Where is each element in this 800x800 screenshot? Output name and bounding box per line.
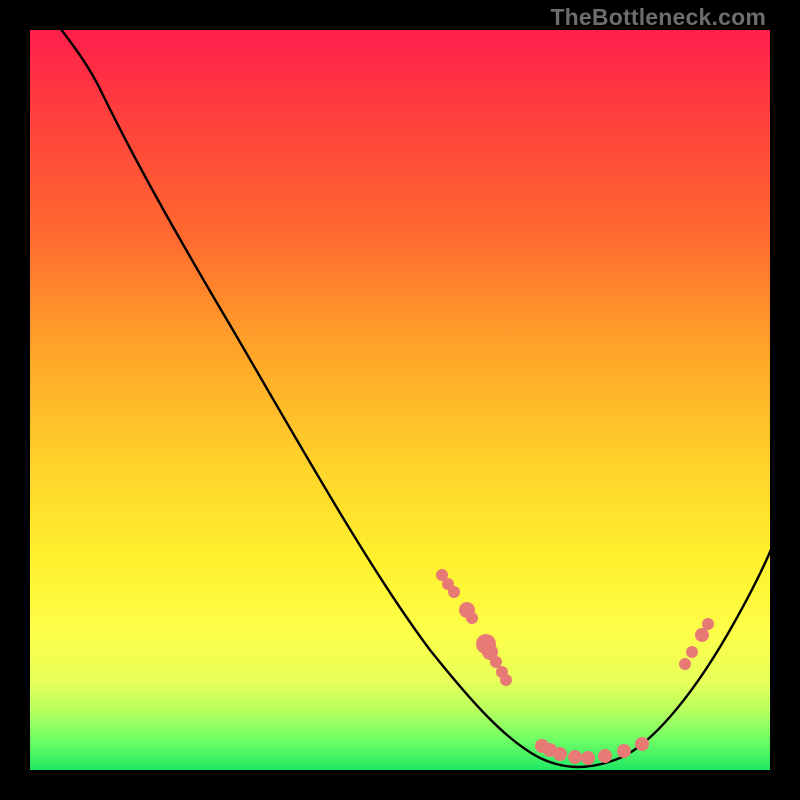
data-marker: [598, 749, 612, 763]
data-marker: [679, 658, 691, 670]
watermark-text: TheBottleneck.com: [550, 4, 766, 31]
data-marker: [686, 646, 698, 658]
bottleneck-curve: [30, 0, 775, 767]
data-marker: [702, 618, 714, 630]
data-marker: [617, 744, 631, 758]
data-marker: [466, 612, 478, 624]
data-marker: [695, 628, 709, 642]
chart-frame: [30, 30, 770, 770]
data-marker: [635, 737, 649, 751]
chart-svg: [30, 30, 770, 770]
data-marker: [500, 674, 512, 686]
marker-layer: [436, 569, 714, 765]
data-marker: [448, 586, 460, 598]
data-marker: [568, 750, 582, 764]
data-marker: [581, 751, 595, 765]
data-marker: [553, 747, 567, 761]
data-marker: [490, 656, 502, 668]
